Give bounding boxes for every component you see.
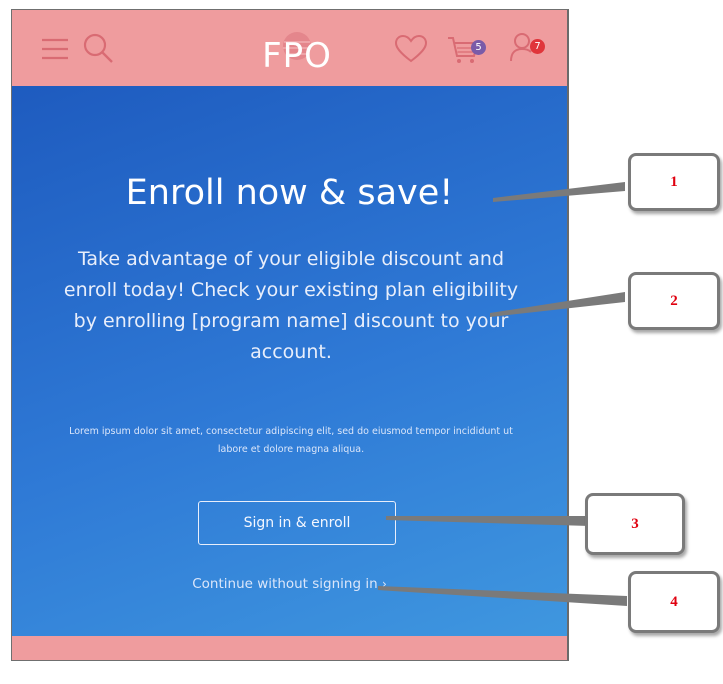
search-icon[interactable] [82,32,116,66]
fpo-logo[interactable]: FPO [252,20,342,80]
hero-title: Enroll now & save! [125,173,454,213]
hero-fineprint: Lorem ipsum dolor sit amet, consectetur … [69,426,513,455]
cart-button[interactable]: 5 [446,32,490,68]
continue-without-signing-in-link[interactable]: Continue without signing in › [12,576,567,592]
logo-text: FPO [262,36,332,76]
hero-subtitle: Take advantage of your eligible discount… [63,248,519,363]
account-notification-badge: 7 [530,39,545,54]
annotation-callout-1: 1 [628,153,720,211]
annotation-callout-2: 2 [628,272,720,330]
annotation-callout-4: 4 [628,571,720,633]
cart-count-badge: 5 [471,40,486,55]
continue-link-label: Continue without signing in [192,576,378,592]
site-header: FPO 5 7 [12,10,567,86]
annotation-callout-3: 3 [585,493,685,555]
account-button[interactable]: 7 [508,30,552,66]
menu-icon[interactable] [40,36,70,62]
footer-strip [12,636,567,660]
heart-icon[interactable] [394,34,428,64]
chevron-right-icon: › [381,577,387,591]
mobile-screen: FPO 5 7 Enroll now & save! Take advantag… [11,9,569,661]
sign-in-enroll-button[interactable]: Sign in & enroll [198,501,396,545]
